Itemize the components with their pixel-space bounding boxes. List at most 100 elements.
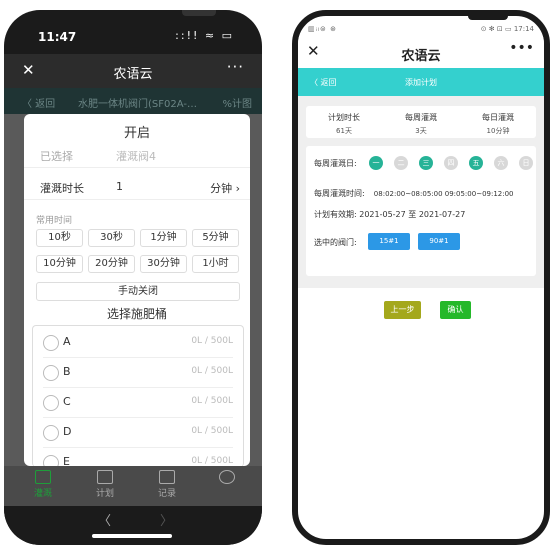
- time-button-30s[interactable]: 30秒: [88, 229, 135, 247]
- plan-details-card: 每周灌溉日: 一 二 三 四 五 六 日 每周灌溉时间: 08:02:00~08…: [306, 146, 536, 276]
- app-title: 农语云: [401, 49, 441, 64]
- summary-label: 每日灌溉: [482, 113, 514, 122]
- radio-button[interactable]: [43, 455, 59, 466]
- tank-capacity: 0L / 500L: [191, 456, 233, 466]
- tank-item[interactable]: B 0L / 500L: [33, 357, 243, 387]
- tank-capacity: 0L / 500L: [191, 396, 233, 406]
- day-mon[interactable]: 一: [369, 156, 383, 170]
- duration-unit-select[interactable]: 分钟 ›: [210, 180, 240, 196]
- irrigation-icon: [35, 470, 51, 484]
- summary-weekly: 每周灌溉 3天: [383, 112, 459, 136]
- day-tue[interactable]: 二: [394, 156, 408, 170]
- tab-label: 计划: [95, 489, 114, 499]
- valves-row: 选中的阀门: 15#1 90#1: [314, 233, 536, 250]
- tank-item[interactable]: C 0L / 500L: [33, 387, 243, 417]
- left-title-bar: ✕ 农语云 ···: [4, 54, 262, 88]
- tank-item[interactable]: A 0L / 500L: [33, 327, 243, 357]
- open-valve-dialog: 开启 已选择 灌溉阀4 灌溉时长 1 分钟 › 常用时间 10秒 30秒 1分钟…: [24, 114, 250, 466]
- dialog-title: 开启: [123, 126, 150, 141]
- tab-record[interactable]: 记录: [142, 470, 192, 499]
- weekly-time-row: 每周灌溉时间: 08:02:00~08:05:00 09:05:00~09:12…: [314, 181, 536, 200]
- tank-name: B: [63, 365, 71, 378]
- valves-label: 选中的阀门:: [314, 238, 357, 247]
- chevron-right-icon: ›: [235, 182, 240, 195]
- day-fri[interactable]: 五: [469, 156, 483, 170]
- day-wed[interactable]: 三: [419, 156, 433, 170]
- page-title: 添加计划: [405, 78, 437, 87]
- radio-button[interactable]: [43, 395, 59, 411]
- validity-period: 计划有效期: 2021-05-27 至 2021-07-27: [314, 210, 466, 219]
- summary-daily: 每日灌溉 10分钟: [460, 112, 536, 136]
- tank-capacity: 0L / 500L: [191, 336, 233, 346]
- duration-label: 灌溉时长: [40, 182, 84, 195]
- left-nav-bar: 〈 返回 水肥一体机阀门(SF02A-… %计图: [4, 88, 262, 114]
- valve-tag[interactable]: 90#1: [418, 233, 460, 250]
- app-title: 农语云: [113, 67, 153, 82]
- tank-name: E: [63, 455, 70, 466]
- page-title: 水肥一体机阀门(SF02A-…: [78, 99, 197, 110]
- left-phone-frame: 11:47 ::!! ≈ ▭ ✕ 农语云 ··· 〈 返回 水肥一体机阀门(SF…: [4, 10, 262, 545]
- back-link[interactable]: 〈 返回: [22, 95, 55, 110]
- plan-icon: [97, 470, 113, 484]
- weekdays-label: 每周灌溉日:: [314, 159, 357, 168]
- tab-label: 记录: [157, 489, 176, 499]
- radio-button[interactable]: [43, 365, 59, 381]
- right-phone-frame: ▥ᵢₗ⊜ ⊛ ⊙ ✻ ⊡ ▭ 17:14 ✕ 农语云 ••• 〈 返回 添加计划…: [292, 10, 550, 545]
- radio-button[interactable]: [43, 335, 59, 351]
- summary-label: 计划时长: [328, 113, 360, 122]
- selected-row: 已选择 灌溉阀4: [24, 143, 250, 168]
- manual-close-button[interactable]: 手动关闭: [36, 282, 240, 301]
- valve-tag[interactable]: 15#1: [368, 233, 410, 250]
- duration-unit: 分钟: [210, 182, 233, 195]
- choose-tank-heading: 选择施肥桶: [106, 307, 167, 321]
- nav-back-icon[interactable]: 〈: [98, 510, 111, 529]
- user-icon: [219, 470, 235, 484]
- duration-input[interactable]: 1: [116, 180, 123, 193]
- right-status-bar: ▥ᵢₗ⊜ ⊛ ⊙ ✻ ⊡ ▭ 17:14: [298, 23, 544, 37]
- status-icons-left: ▥ᵢₗ⊜ ⊛: [308, 25, 337, 33]
- status-time: 11:47: [38, 30, 77, 44]
- time-button-10min[interactable]: 10分钟: [36, 255, 83, 273]
- home-indicator: [92, 534, 172, 538]
- more-icon[interactable]: ···: [227, 58, 244, 76]
- tab-irrigation[interactable]: 灌溉: [18, 470, 68, 499]
- nav-forward-icon[interactable]: 〉: [160, 510, 173, 529]
- day-thu[interactable]: 四: [444, 156, 458, 170]
- time-button-1min[interactable]: 1分钟: [140, 229, 187, 247]
- record-icon: [159, 470, 175, 484]
- system-nav-bar: 〈 〉: [4, 506, 262, 545]
- tab-plan[interactable]: 计划: [80, 470, 130, 499]
- weekly-time-label: 每周灌溉时间:: [314, 189, 365, 198]
- summary-value: 61天: [336, 127, 352, 135]
- stats-link[interactable]: %计图: [222, 95, 252, 110]
- time-button-1h[interactable]: 1小时: [192, 255, 239, 273]
- weekday-row: 每周灌溉日: 一 二 三 四 五 六 日: [314, 156, 534, 170]
- tank-item[interactable]: E 0L / 500L: [33, 447, 243, 466]
- day-sun[interactable]: 日: [519, 156, 533, 170]
- time-button-20min[interactable]: 20分钟: [88, 255, 135, 273]
- tank-capacity: 0L / 500L: [191, 366, 233, 376]
- day-sat[interactable]: 六: [494, 156, 508, 170]
- previous-step-button[interactable]: 上一步: [384, 301, 421, 319]
- right-nav-bar: 〈 返回 添加计划: [298, 68, 544, 96]
- selected-label: 已选择: [40, 150, 73, 163]
- plan-summary-card: 计划时长 61天 每周灌溉 3天 每日灌溉 10分钟: [306, 106, 536, 138]
- tank-name: D: [63, 425, 72, 438]
- time-button-30min[interactable]: 30分钟: [140, 255, 187, 273]
- common-time-label: 常用时间: [36, 216, 73, 226]
- confirm-button[interactable]: 确认: [440, 301, 471, 319]
- tank-capacity: 0L / 500L: [191, 426, 233, 436]
- weekly-time-value: 08:02:00~08:05:00 09:05:00~09:12:00: [373, 190, 514, 198]
- time-button-5min[interactable]: 5分钟: [192, 229, 239, 247]
- phone-notch: [468, 16, 508, 20]
- radio-button[interactable]: [43, 425, 59, 441]
- tab-profile[interactable]: [202, 470, 252, 486]
- right-title-bar: ✕ 农语云 •••: [298, 36, 544, 68]
- tank-item[interactable]: D 0L / 500L: [33, 417, 243, 447]
- tab-label: 灌溉: [33, 489, 52, 499]
- more-icon[interactable]: •••: [509, 40, 534, 56]
- tank-name: A: [63, 335, 71, 348]
- duration-row[interactable]: 灌溉时长 1 分钟 ›: [24, 175, 250, 200]
- status-icons: ::!! ≈ ▭: [175, 29, 234, 42]
- time-button-10s[interactable]: 10秒: [36, 229, 83, 247]
